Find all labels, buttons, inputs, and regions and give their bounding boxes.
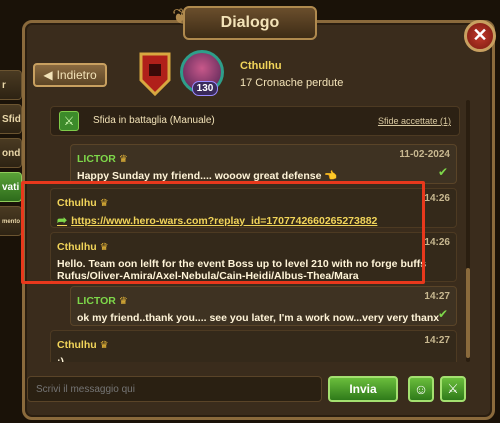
side-tabs: r Sfida ondi vati mento — [0, 70, 22, 240]
message-text: ok my friend..thank you.... see you late… — [77, 312, 440, 324]
crossed-swords-icon: ⚔ — [59, 111, 79, 131]
dialog-title: Dialogo — [183, 6, 317, 40]
scroll-thumb[interactable] — [466, 268, 470, 358]
close-icon: ✕ — [472, 25, 488, 45]
emoji-button[interactable]: ☺ — [408, 376, 434, 402]
side-tab-1[interactable]: r — [0, 70, 22, 100]
highlight-box — [21, 181, 425, 284]
chat-scrollbar[interactable] — [466, 100, 470, 362]
crown-icon: ♛ — [99, 340, 109, 351]
chat-message: Cthulhu ♛ 14:27 :) — [50, 330, 457, 362]
message-time: 11-02-2024 — [399, 149, 450, 160]
message-time: 14:26 — [424, 237, 450, 248]
guild-name: 17 Cronache perdute — [240, 77, 344, 89]
message-time: 14:27 — [424, 291, 450, 302]
battle-challenge-row: ⚔ Sfida in battaglia (Manuale) Sfide acc… — [50, 106, 460, 136]
message-author[interactable]: LICTOR — [77, 153, 116, 165]
message-author[interactable]: LICTOR — [77, 295, 116, 307]
side-tab-2[interactable]: Sfida — [0, 104, 22, 134]
challenge-button[interactable]: ⚔ — [440, 376, 466, 402]
smiley-icon: ☺ — [413, 381, 429, 397]
send-button[interactable]: Invia — [328, 376, 398, 402]
message-time: 14:26 — [424, 193, 450, 204]
crown-icon: ♛ — [118, 296, 128, 307]
message-author[interactable]: Cthulhu — [57, 339, 97, 351]
side-tab-4[interactable]: vati — [0, 172, 22, 202]
check-icon: ✔ — [437, 165, 448, 179]
message-input[interactable] — [27, 376, 322, 402]
chat-message: LICTOR ♛ 14:27 ok my friend..thank you...… — [70, 286, 457, 326]
message-text: :) — [57, 356, 64, 362]
side-tab-5[interactable]: mento — [0, 206, 22, 236]
crown-icon: ♛ — [118, 154, 128, 165]
chat-message: LICTOR ♛ 11-02-2024 Happy Sunday my frien… — [70, 144, 457, 184]
crossed-swords-icon: ⚔ — [447, 381, 459, 396]
check-icon: ✔ — [437, 307, 448, 321]
back-arrow-icon: ◀ — [43, 68, 53, 82]
player-name[interactable]: Cthulhu — [240, 60, 282, 72]
side-tab-3[interactable]: ondi — [0, 138, 22, 168]
battle-challenge-text: Sfida in battaglia (Manuale) — [93, 115, 215, 126]
back-button[interactable]: ◀ Indietro — [33, 63, 107, 87]
guild-banner-icon — [139, 52, 171, 96]
message-time: 14:27 — [424, 335, 450, 346]
avatar-level-badge: 130 — [192, 81, 218, 96]
accepted-challenges-link[interactable]: Sfide accettate (1) — [378, 116, 451, 126]
back-label: Indietro — [56, 68, 97, 82]
close-button[interactable]: ✕ — [464, 20, 496, 52]
